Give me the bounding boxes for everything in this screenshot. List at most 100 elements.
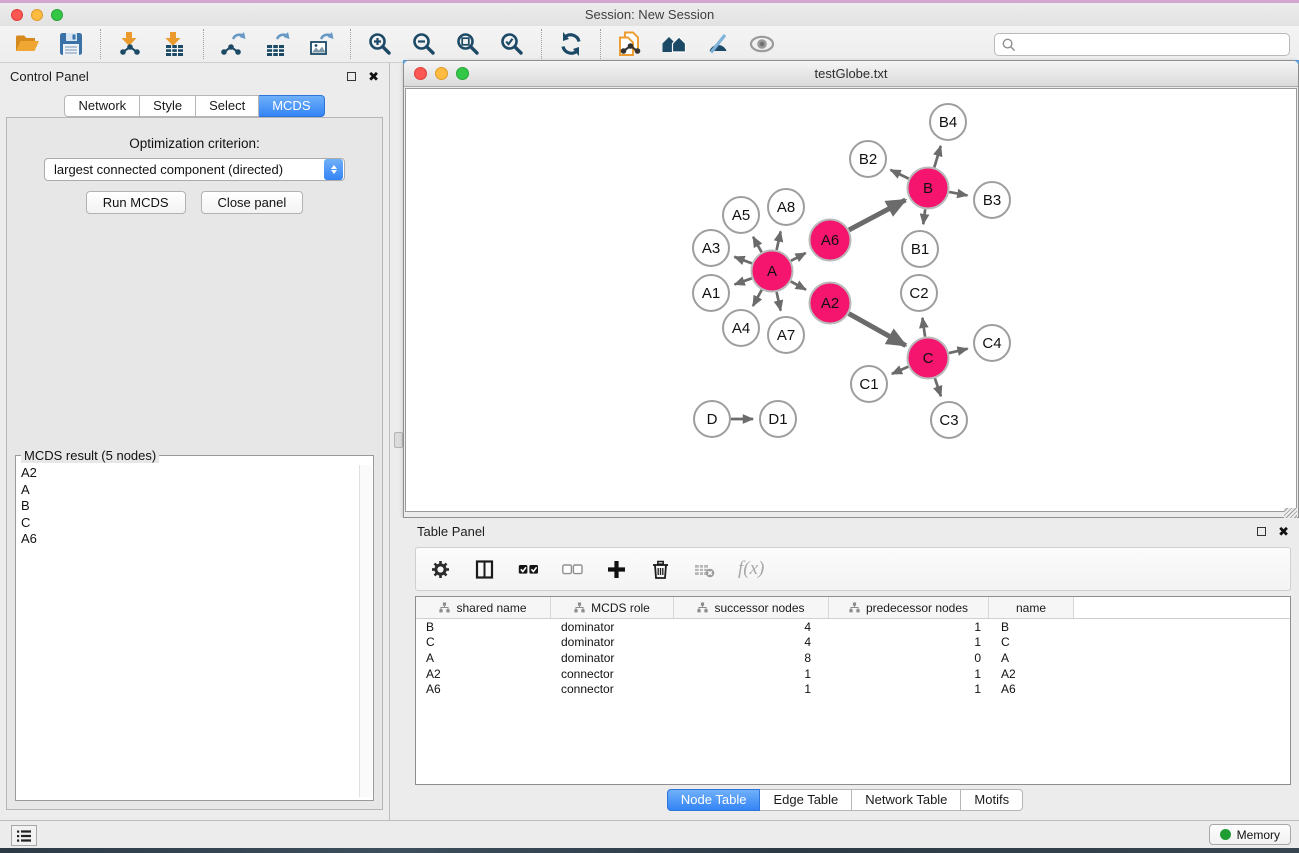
edge-B-B4[interactable] bbox=[934, 146, 941, 167]
column-selector-button[interactable] bbox=[474, 559, 495, 580]
edge-A-A2[interactable] bbox=[791, 281, 806, 289]
edge-C-C1[interactable] bbox=[892, 367, 908, 374]
node-B2[interactable]: B2 bbox=[850, 141, 886, 177]
table-row-A[interactable]: Adominator80A bbox=[416, 650, 1290, 666]
column-header-name[interactable]: name bbox=[989, 597, 1074, 618]
node-A7[interactable]: A7 bbox=[768, 317, 804, 353]
close-panel-icon[interactable]: ✖ bbox=[1278, 525, 1289, 538]
node-D1[interactable]: D1 bbox=[760, 401, 796, 437]
edge-A6-B[interactable] bbox=[849, 200, 905, 230]
result-item[interactable]: A2 bbox=[18, 465, 357, 482]
result-scrollbar[interactable] bbox=[359, 465, 372, 797]
tab-network-table[interactable]: Network Table bbox=[852, 789, 961, 811]
eye-preview-button[interactable] bbox=[745, 29, 779, 59]
tab-select[interactable]: Select bbox=[196, 95, 259, 117]
home-button[interactable] bbox=[657, 29, 691, 59]
table-row-B[interactable]: Bdominator41B bbox=[416, 619, 1290, 635]
task-history-button[interactable] bbox=[11, 825, 37, 846]
node-D[interactable]: D bbox=[694, 401, 730, 437]
delete-column-button[interactable] bbox=[650, 559, 671, 580]
close-panel-icon[interactable]: ✖ bbox=[368, 70, 379, 83]
import-table-button[interactable] bbox=[157, 29, 191, 59]
network-canvas[interactable]: B4 B2 B B3 A8A5 A6 A3 B1 A A1 C2 A2 A4A7 C4 C C1 C3 D D1 bbox=[405, 88, 1297, 512]
tab-motifs[interactable]: Motifs bbox=[961, 789, 1023, 811]
function-builder-button[interactable]: f(x) bbox=[738, 558, 764, 580]
node-A1[interactable]: A1 bbox=[693, 275, 729, 311]
zoom-fit-button[interactable] bbox=[451, 29, 485, 59]
edge-A-A6[interactable] bbox=[791, 253, 806, 261]
node-A6[interactable]: A6 bbox=[810, 220, 851, 261]
export-network-button[interactable] bbox=[216, 29, 250, 59]
result-item[interactable]: B bbox=[18, 498, 357, 515]
vertical-splitter-handle[interactable] bbox=[394, 432, 403, 448]
node-B1[interactable]: B1 bbox=[902, 231, 938, 267]
edge-B-B1[interactable] bbox=[923, 209, 925, 224]
delete-table-button[interactable] bbox=[694, 559, 715, 580]
node-C[interactable]: C bbox=[908, 338, 949, 379]
search-input[interactable] bbox=[1020, 35, 1289, 54]
float-panel-icon[interactable] bbox=[347, 72, 356, 81]
column-header-successor-nodes[interactable]: successor nodes bbox=[674, 597, 829, 618]
edge-A-A3[interactable] bbox=[734, 257, 751, 264]
column-header-MCDS-role[interactable]: MCDS role bbox=[551, 597, 674, 618]
zoom-in-button[interactable] bbox=[363, 29, 397, 59]
float-panel-icon[interactable] bbox=[1257, 527, 1266, 536]
table-row-C[interactable]: Cdominator41C bbox=[416, 635, 1290, 651]
deselect-all-button[interactable] bbox=[562, 559, 583, 580]
edge-A2-C[interactable] bbox=[849, 314, 906, 346]
criterion-select[interactable]: largest connected component (directed) bbox=[44, 158, 345, 181]
zoom-out-button[interactable] bbox=[407, 29, 441, 59]
edge-A-A4[interactable] bbox=[753, 290, 762, 306]
save-session-button[interactable] bbox=[54, 29, 88, 59]
edge-C-C3[interactable] bbox=[935, 378, 941, 396]
tab-node-table[interactable]: Node Table bbox=[667, 789, 761, 811]
node-C2[interactable]: C2 bbox=[901, 275, 937, 311]
node-B[interactable]: B bbox=[908, 168, 949, 209]
open-session-button[interactable] bbox=[10, 29, 44, 59]
tab-network[interactable]: Network bbox=[64, 95, 140, 117]
refresh-network-button[interactable] bbox=[554, 29, 588, 59]
tab-edge-table[interactable]: Edge Table bbox=[760, 789, 852, 811]
edge-C-C4[interactable] bbox=[949, 349, 968, 353]
column-header-shared-name[interactable]: shared name bbox=[416, 597, 551, 618]
main-toolbar bbox=[0, 26, 1299, 63]
node-C3[interactable]: C3 bbox=[931, 402, 967, 438]
edge-A-A1[interactable] bbox=[735, 278, 752, 284]
export-table-button[interactable] bbox=[260, 29, 294, 59]
table-row-A2[interactable]: A2connector11A2 bbox=[416, 666, 1290, 682]
zoom-selected-button[interactable] bbox=[495, 29, 529, 59]
edge-A-A7[interactable] bbox=[777, 292, 781, 311]
close-panel-button[interactable]: Close panel bbox=[201, 191, 304, 214]
tab-mcds[interactable]: MCDS bbox=[259, 95, 324, 117]
edge-B-B2[interactable] bbox=[891, 170, 909, 179]
edge-A-A5[interactable] bbox=[753, 237, 761, 252]
node-B3[interactable]: B3 bbox=[974, 182, 1010, 218]
node-C4[interactable]: C4 bbox=[974, 325, 1010, 361]
memory-button[interactable]: Memory bbox=[1209, 824, 1291, 845]
run-mcds-button[interactable]: Run MCDS bbox=[86, 191, 186, 214]
node-A2[interactable]: A2 bbox=[810, 283, 851, 324]
result-item[interactable]: C bbox=[18, 515, 357, 532]
node-A[interactable]: A bbox=[752, 251, 793, 292]
node-A4[interactable]: A4 bbox=[723, 310, 759, 346]
export-image-button[interactable] bbox=[304, 29, 338, 59]
add-column-button[interactable] bbox=[606, 559, 627, 580]
show-hide-graphics-details-button[interactable] bbox=[701, 29, 735, 59]
network-file-button[interactable] bbox=[613, 29, 647, 59]
edge-C-C2[interactable] bbox=[922, 318, 925, 337]
result-item[interactable]: A6 bbox=[18, 531, 357, 548]
gear-button[interactable] bbox=[430, 559, 451, 580]
edge-B-B3[interactable] bbox=[949, 192, 967, 195]
column-header-predecessor-nodes[interactable]: predecessor nodes bbox=[829, 597, 989, 618]
table-row-A6[interactable]: A6connector11A6 bbox=[416, 681, 1290, 697]
node-C1[interactable]: C1 bbox=[851, 366, 887, 402]
edge-A-A8[interactable] bbox=[777, 231, 781, 250]
node-A8[interactable]: A8 bbox=[768, 189, 804, 225]
select-all-button[interactable] bbox=[518, 559, 539, 580]
tab-style[interactable]: Style bbox=[140, 95, 196, 117]
import-network-button[interactable] bbox=[113, 29, 147, 59]
node-A5[interactable]: A5 bbox=[723, 197, 759, 233]
node-A3[interactable]: A3 bbox=[693, 230, 729, 266]
result-item[interactable]: A bbox=[18, 482, 357, 499]
node-B4[interactable]: B4 bbox=[930, 104, 966, 140]
